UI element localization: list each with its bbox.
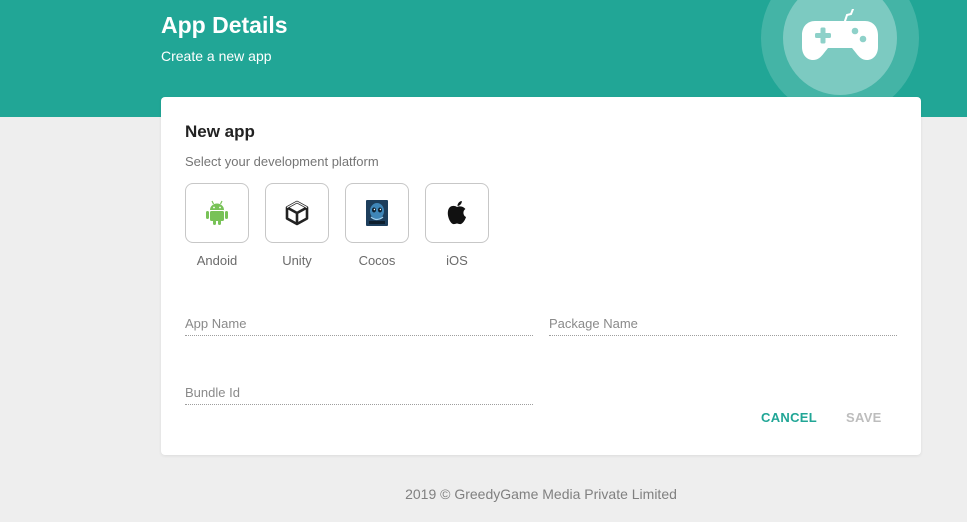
bundle-id-field[interactable]: [185, 375, 533, 405]
card-title: New app: [185, 122, 255, 141]
platform-option-cocos[interactable]: Cocos: [345, 183, 409, 268]
footer-copyright: 2019 © GreedyGame Media Private Limited: [405, 486, 677, 502]
platform-button-unity[interactable]: [265, 183, 329, 243]
platform-button-ios[interactable]: [425, 183, 489, 243]
unity-icon: [285, 200, 309, 226]
bundle-id-input[interactable]: [185, 375, 533, 404]
platform-label-android: Andoid: [196, 253, 238, 268]
platform-label-unity: Unity: [282, 253, 312, 268]
new-app-card: New app Select your development platform…: [161, 97, 921, 455]
package-name-field[interactable]: [549, 306, 897, 336]
page-title: App Details: [161, 12, 288, 38]
platform-option-ios[interactable]: iOS: [425, 183, 489, 268]
app-name-field[interactable]: [185, 306, 533, 336]
platform-label-cocos: Cocos: [358, 253, 396, 268]
platform-label-ios: iOS: [446, 253, 468, 268]
cocos-icon: [366, 200, 388, 226]
app-name-input[interactable]: [185, 306, 533, 335]
platform-button-android[interactable]: [185, 183, 249, 243]
android-icon: [206, 200, 228, 225]
page-subtitle: Create a new app: [161, 48, 272, 64]
gamepad-icon: [802, 9, 878, 60]
save-button[interactable]: SAVE: [846, 410, 882, 425]
platform-button-cocos[interactable]: [345, 183, 409, 243]
cancel-button[interactable]: CANCEL: [761, 410, 817, 425]
platform-option-unity[interactable]: Unity: [265, 183, 329, 268]
package-name-input[interactable]: [549, 306, 897, 335]
platform-prompt: Select your development platform: [185, 154, 379, 169]
apple-icon: [447, 201, 466, 225]
platform-option-android[interactable]: Andoid: [185, 183, 249, 268]
